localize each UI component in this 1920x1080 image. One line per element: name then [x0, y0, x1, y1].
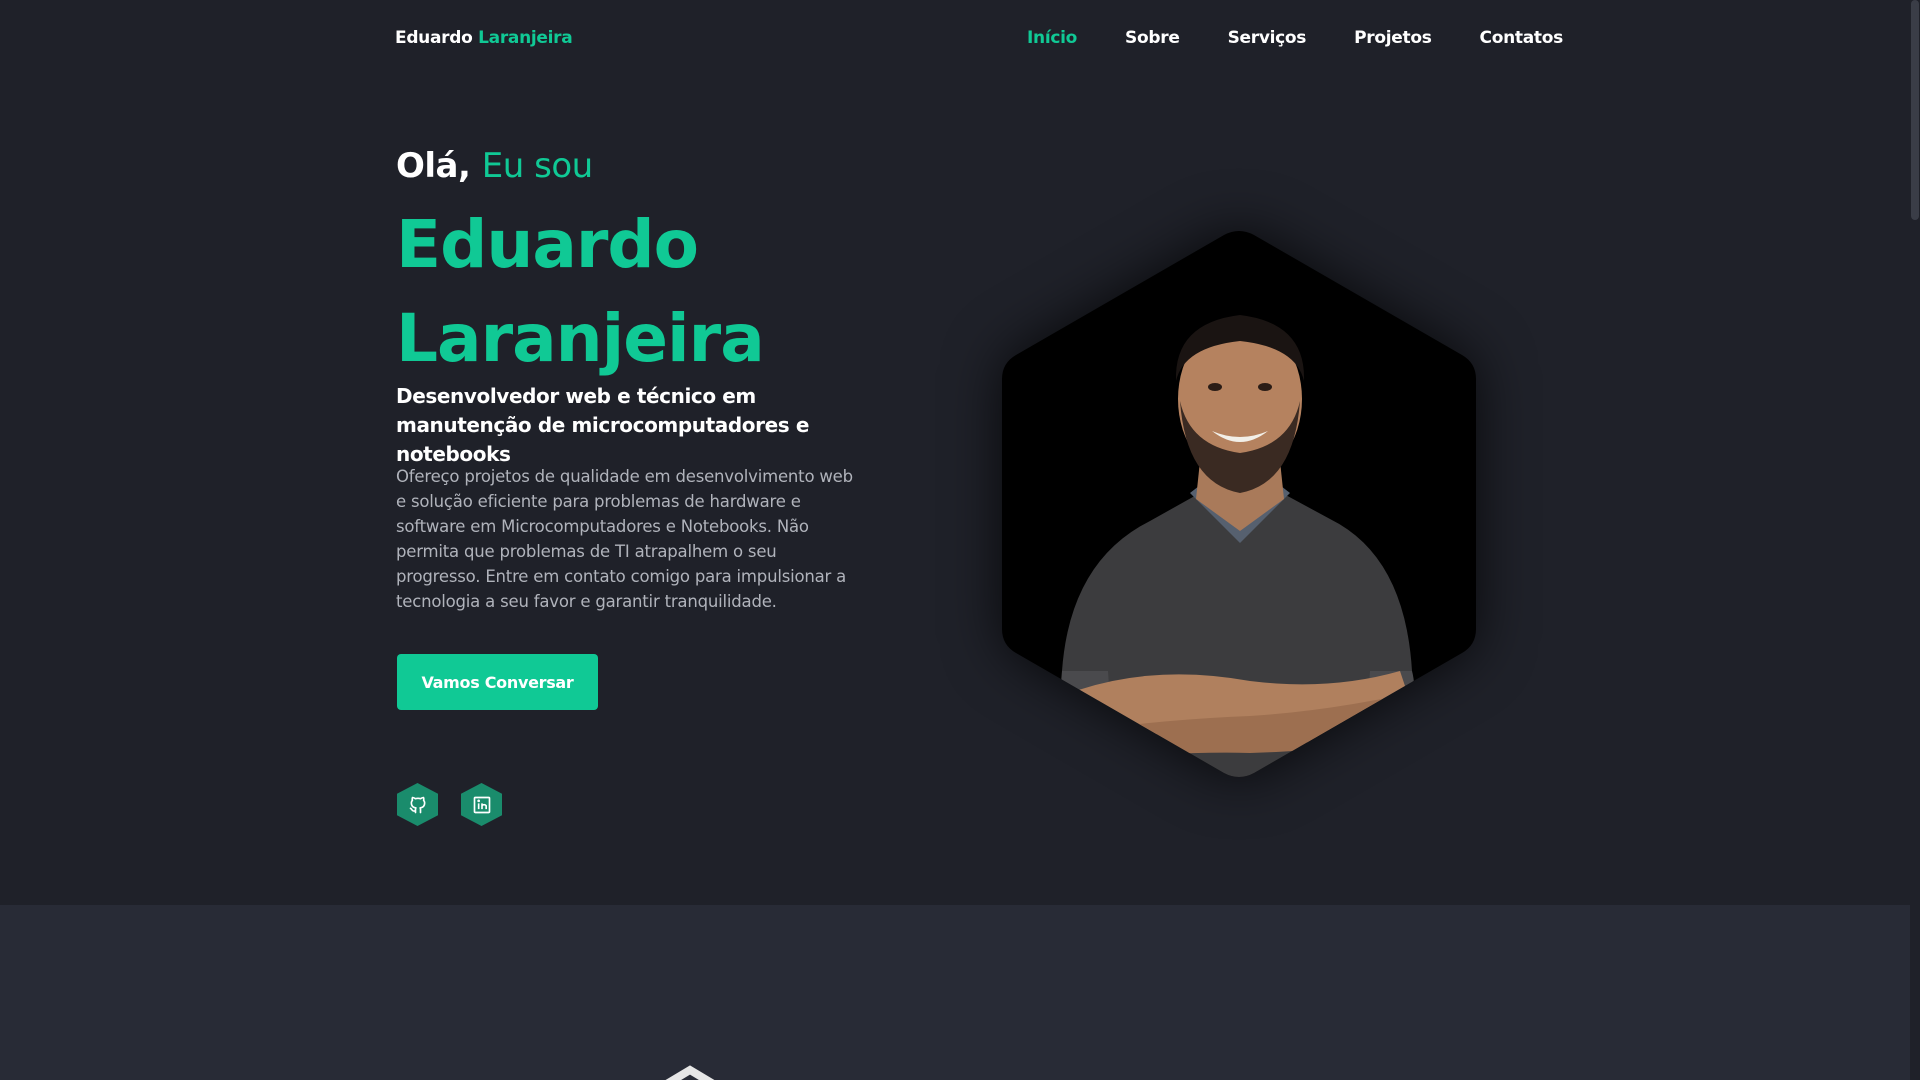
nav-link-contatos[interactable]: Contatos	[1480, 28, 1564, 48]
brand-logo[interactable]: Eduardo Laranjeira	[395, 28, 573, 48]
name-line-2: Laranjeira	[396, 300, 765, 377]
github-icon	[409, 796, 425, 813]
social-links	[397, 783, 502, 826]
name-line-1: Eduardo	[396, 206, 699, 283]
github-link[interactable]	[397, 783, 438, 826]
brand-last-name: Laranjeira	[478, 28, 573, 48]
brand-first-name: Eduardo	[395, 28, 473, 48]
linkedin-link[interactable]	[461, 783, 502, 826]
greeting-accent: Eu sou	[481, 146, 593, 186]
nav-link-sobre[interactable]: Sobre	[1125, 28, 1180, 48]
profile-photo	[1000, 231, 1478, 777]
page: Eduardo Laranjeira Início Sobre Serviços…	[0, 0, 1910, 1080]
site-header: Eduardo Laranjeira Início Sobre Serviços…	[0, 0, 1910, 80]
hero-description: Ofereço projetos de qualidade em desenvo…	[396, 467, 853, 611]
linkedin-icon	[473, 796, 490, 813]
hero-greeting: Olá, Eu sou	[396, 146, 593, 186]
main-nav: Início Sobre Serviços Projetos Contatos	[1027, 28, 1563, 48]
hero-name: Eduardo Laranjeira	[396, 198, 765, 386]
contact-cta-button[interactable]: Vamos Conversar	[397, 654, 598, 710]
nav-link-inicio[interactable]: Início	[1027, 28, 1077, 48]
nav-link-projetos[interactable]: Projetos	[1354, 28, 1432, 48]
page-scrollbar[interactable]	[1910, 0, 1920, 1080]
hero-role: Desenvolvedor web e técnico em manutençã…	[396, 384, 809, 466]
about-hex-outline	[665, 1065, 715, 1080]
about-section-preview	[0, 905, 1910, 1080]
greeting-text: Olá,	[396, 146, 471, 186]
scrollbar-thumb[interactable]	[1911, 0, 1919, 220]
nav-link-servicos[interactable]: Serviços	[1228, 28, 1307, 48]
hero-section: Olá, Eu sou Eduardo Laranjeira Desenvolv…	[0, 80, 1910, 905]
